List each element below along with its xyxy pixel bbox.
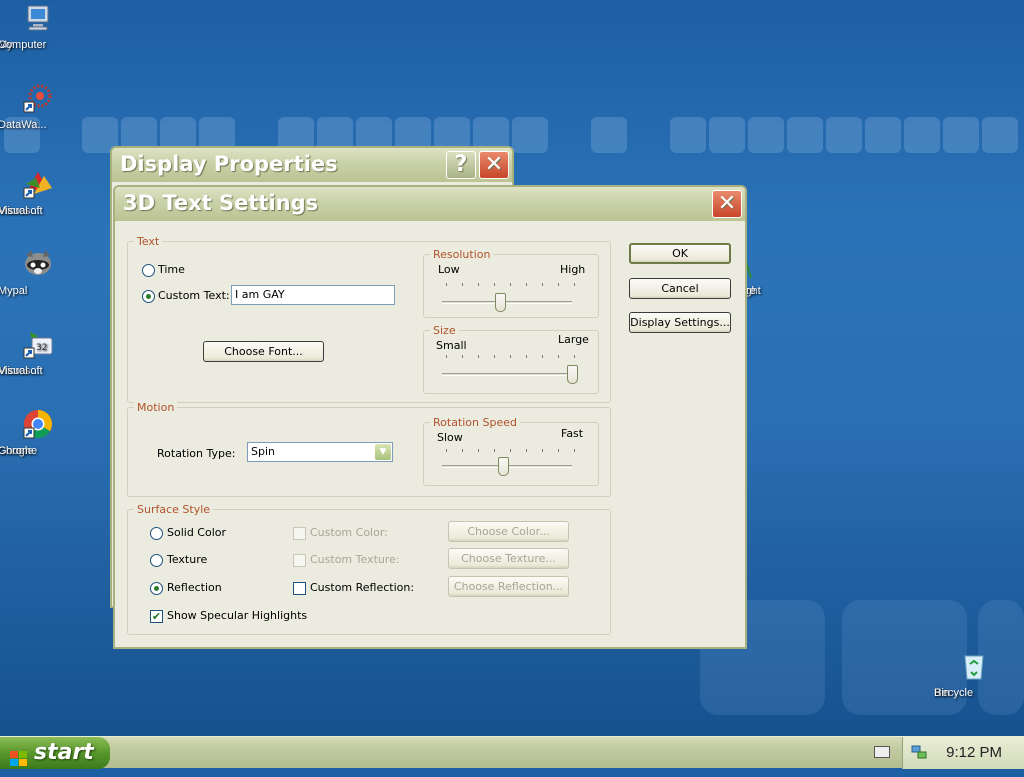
show-specular-label: Show Specular Highlights [167, 609, 308, 622]
surface-style-title: Surface Style [134, 503, 214, 516]
chevron-down-icon[interactable]: ▼ [375, 444, 391, 460]
network-icon[interactable] [911, 744, 927, 760]
rotation-type-label: Rotation Type: [157, 447, 236, 460]
resolution-track [442, 301, 572, 304]
taskbar: start 9:12 PM [0, 736, 1024, 769]
desktop-icon-microsoft-visual-2[interactable]: 32 Microsoft Visual ... [0, 328, 78, 377]
rotation-speed-ticks [446, 449, 576, 452]
chrome-icon [22, 408, 54, 440]
svg-text:32: 32 [36, 343, 47, 353]
visual-studio-icon [22, 168, 54, 200]
custom-reflection-label: Custom Reflection: [310, 581, 415, 594]
text-group-title: Text [134, 235, 163, 248]
dialog-titlebar[interactable]: 3D Text Settings ✕ [115, 187, 745, 221]
choose-color-button[interactable]: Choose Color... [448, 521, 569, 542]
window-title: Display Properties [120, 152, 338, 176]
solid-color-radio[interactable] [150, 527, 163, 540]
surface-style-group: Surface Style Solid Color Texture Reflec… [127, 503, 611, 635]
resolution-title: Resolution [430, 248, 494, 261]
computer-icon [22, 2, 54, 34]
texture-radio[interactable] [150, 554, 163, 567]
size-small-label: Small [436, 339, 467, 352]
display-properties-titlebar[interactable]: Display Properties ? ✕ [112, 148, 512, 182]
motion-group-title: Motion [134, 401, 178, 414]
dialog-close-button[interactable]: ✕ [712, 190, 742, 218]
size-ticks [446, 355, 576, 358]
custom-text-label: Custom Text: [158, 289, 230, 302]
choose-texture-button[interactable]: Choose Texture... [448, 548, 569, 569]
desktop-icon-google-chrome[interactable]: Google Chrome [0, 408, 78, 457]
size-group: Size Small Large [423, 324, 599, 394]
motion-group: Motion Rotation Type: Spin ▼ Rotation Sp… [127, 401, 611, 497]
desktop-icon-my-computer[interactable]: My Computer [0, 2, 78, 51]
datawa-icon [22, 82, 54, 114]
desktop-icon-recycle-bin[interactable]: Recycle Bin [934, 650, 1014, 699]
time-label: Time [158, 263, 185, 276]
system-tray: 9:12 PM [902, 737, 1024, 769]
desktop-icon-microsoft-visual-1[interactable]: Microsoft Visual ... [0, 168, 78, 217]
reflection-radio[interactable] [150, 582, 163, 595]
3d-text-settings-dialog[interactable]: 3D Text Settings ✕ Text Time Custom Text… [113, 185, 747, 649]
keyboard-icon[interactable] [874, 746, 890, 758]
display-settings-button[interactable]: Display Settings... [629, 312, 731, 333]
choose-font-button[interactable]: Choose Font... [203, 341, 324, 362]
custom-texture-checkbox[interactable] [293, 554, 306, 567]
close-icon: ✕ [717, 191, 737, 216]
rotation-speed-group: Rotation Speed Slow Fast [423, 416, 599, 486]
text-group: Text Time Custom Text: I am GAY Choose F… [127, 235, 611, 403]
rotation-speed-slow-label: Slow [437, 431, 463, 444]
cancel-button[interactable]: Cancel [629, 278, 731, 299]
custom-color-label: Custom Color: [310, 526, 388, 539]
time-radio[interactable] [142, 264, 155, 277]
resolution-low-label: Low [438, 263, 460, 276]
show-specular-checkbox[interactable]: ✔ [150, 610, 163, 623]
size-slider-thumb[interactable] [566, 365, 578, 384]
windows-logo-icon [10, 745, 28, 766]
visual-basic-icon: 32 [22, 328, 54, 360]
rotation-speed-title: Rotation Speed [430, 416, 520, 429]
close-button[interactable]: ✕ [479, 151, 509, 179]
resolution-slider-thumb[interactable] [495, 293, 506, 312]
custom-text-input[interactable]: I am GAY [231, 285, 395, 305]
help-icon: ? [454, 152, 468, 177]
rotation-speed-fast-label: Fast [561, 427, 584, 440]
resolution-group: Resolution Low High [423, 248, 599, 318]
custom-texture-label: Custom Texture: [310, 553, 400, 566]
close-icon: ✕ [484, 152, 504, 177]
mypal-icon [22, 248, 54, 280]
dialog-title: 3D Text Settings [123, 191, 319, 215]
recycle-bin-icon [958, 650, 990, 682]
solid-color-label: Solid Color [167, 526, 227, 539]
custom-reflection-checkbox[interactable] [293, 582, 306, 595]
rotation-type-select[interactable]: Spin ▼ [247, 442, 393, 462]
resolution-high-label: High [560, 263, 586, 276]
desktop-icon-mypal[interactable]: Mypal [0, 248, 78, 297]
size-large-label: Large [558, 333, 589, 346]
custom-color-checkbox[interactable] [293, 527, 306, 540]
custom-text-radio[interactable] [142, 290, 155, 303]
start-button[interactable]: start [0, 737, 110, 769]
choose-reflection-button[interactable]: Choose Reflection... [448, 576, 569, 597]
rotation-speed-slider-thumb[interactable] [497, 457, 509, 476]
size-title: Size [430, 324, 459, 337]
ok-button[interactable]: OK [629, 243, 731, 264]
clock[interactable]: 9:12 PM [946, 744, 1002, 761]
reflection-label: Reflection [167, 581, 222, 594]
help-button[interactable]: ? [446, 151, 476, 179]
desktop-icon-datawa[interactable]: DataWa... [0, 82, 78, 131]
texture-label: Texture [167, 553, 208, 566]
resolution-ticks [446, 283, 576, 286]
size-track [442, 373, 572, 376]
